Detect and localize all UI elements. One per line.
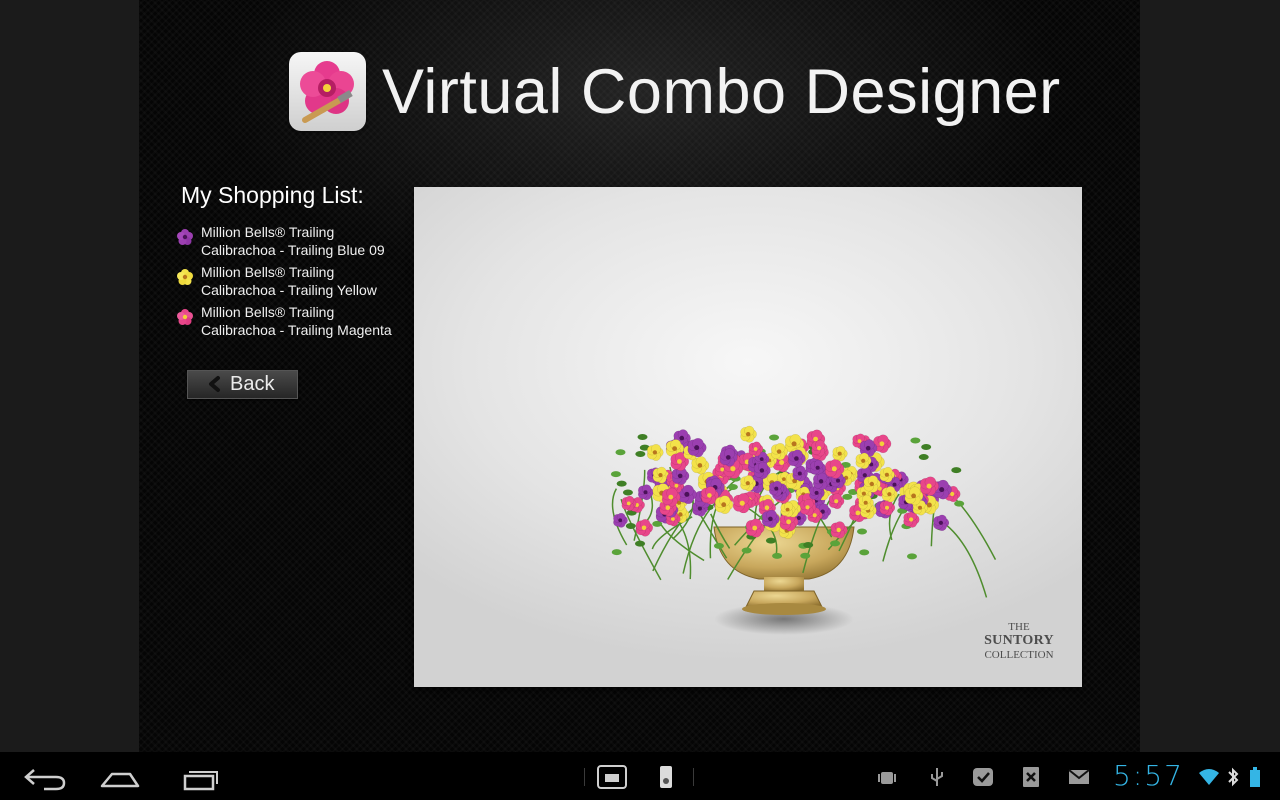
item-line2: Calibrachoa - Trailing Magenta — [201, 322, 392, 338]
app-title: Virtual Combo Designer — [382, 57, 1061, 127]
nav-separator — [693, 768, 694, 786]
item-line2: Calibrachoa - Trailing Yellow — [201, 282, 377, 298]
gmail-icon — [1068, 769, 1090, 784]
magenta-flower-icon — [177, 309, 193, 325]
list-item: Million Bells® Trailing Calibrachoa - Tr… — [177, 263, 417, 299]
home-icon[interactable] — [92, 760, 148, 794]
list-item: Million Bells® Trailing Calibrachoa - Tr… — [177, 303, 417, 339]
left-margin — [0, 0, 139, 752]
recent-apps-icon[interactable] — [172, 760, 228, 794]
back-button-label: Back — [230, 373, 275, 395]
brand-line1: THE — [1008, 621, 1030, 633]
yellow-flower-icon — [177, 269, 193, 285]
right-margin — [1140, 0, 1280, 752]
app-area: Virtual Combo Designer My Shopping List:… — [139, 0, 1140, 752]
bluetooth-icon — [1228, 767, 1239, 787]
list-item: Million Bells® Trailing Calibrachoa - Tr… — [177, 223, 417, 259]
item-line1: Million Bells® Trailing — [201, 264, 335, 280]
petunia-paintbrush-icon — [289, 52, 366, 131]
item-line1: Million Bells® Trailing — [201, 224, 335, 240]
battery-icon — [1250, 767, 1260, 787]
purple-flower-icon — [177, 229, 193, 245]
flower-urn-arrangement — [610, 425, 997, 635]
sd-card-icon[interactable] — [657, 764, 675, 790]
close-x-icon — [1023, 767, 1039, 787]
back-button[interactable]: Back — [187, 370, 298, 399]
screenshot-icon[interactable] — [597, 764, 627, 790]
android-debug-icon — [878, 772, 896, 784]
status-clock: 5:57 — [1113, 759, 1184, 792]
chevron-left-icon — [209, 376, 220, 392]
nav-separator — [584, 768, 585, 786]
usb-icon — [931, 768, 943, 786]
item-line1: Million Bells® Trailing — [201, 304, 335, 320]
brand-line3: COLLECTION — [984, 649, 1054, 661]
combo-preview-canvas: THE SUNTORY COLLECTION — [414, 187, 1082, 687]
suntory-logo: THE SUNTORY COLLECTION — [974, 621, 1064, 662]
checkmark-icon — [973, 768, 993, 786]
wifi-icon — [1199, 769, 1219, 785]
item-line2: Calibrachoa - Trailing Blue 09 — [201, 242, 385, 258]
shopping-list-heading: My Shopping List: — [181, 182, 364, 208]
back-icon[interactable] — [14, 760, 70, 794]
brand-line2: SUNTORY — [984, 633, 1054, 648]
